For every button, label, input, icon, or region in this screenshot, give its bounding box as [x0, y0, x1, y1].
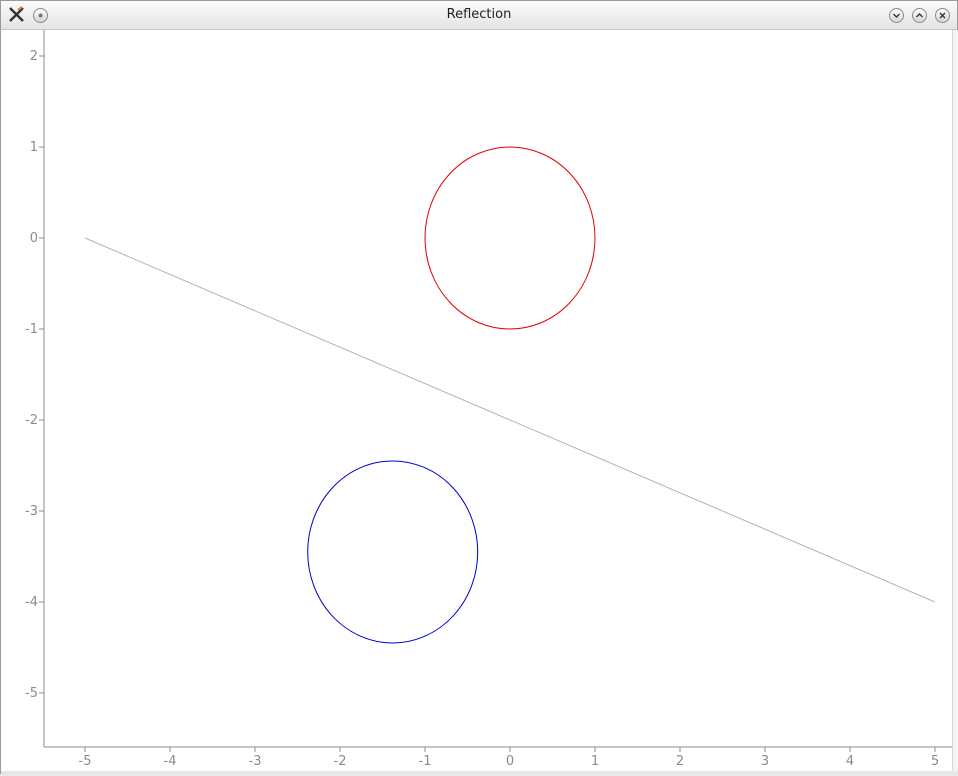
x-tick-label: -3 — [249, 754, 262, 769]
y-tick-label: -4 — [25, 595, 38, 610]
close-icon — [939, 12, 946, 19]
title-bar[interactable]: Reflection — [1, 1, 957, 30]
reflection-line — [84, 237, 936, 603]
x-tick-label: 0 — [506, 754, 514, 769]
y-tick-label: -3 — [25, 504, 38, 519]
x-tick-label: 3 — [761, 754, 769, 769]
y-tick-label: -1 — [25, 322, 38, 337]
chevron-up-icon — [916, 13, 923, 18]
x-tick-label: 5 — [931, 754, 939, 769]
minimize-button[interactable] — [889, 8, 904, 23]
window-bottom-edge — [1, 771, 958, 775]
chevron-down-icon — [893, 13, 900, 18]
window-title: Reflection — [446, 7, 512, 22]
close-button[interactable] — [935, 8, 950, 23]
maximize-button[interactable] — [912, 8, 927, 23]
x-tick-label: -4 — [164, 754, 177, 769]
reflection-plot: -5 -4 -3 -2 -1 0 1 2 3 4 5 2 1 0 -1 -2 -3 -4 -5 — [25, 30, 952, 769]
reflected-circle — [307, 460, 479, 644]
x-tick-label: 1 — [591, 754, 599, 769]
x-tick-label: -5 — [79, 754, 92, 769]
application-window: Reflection -5 -4 -3 -2 -1 0 1 2 3 4 5 2 1 0 -1 -2 -3 -4 -5 — [0, 0, 958, 775]
x-tick-label: -2 — [334, 754, 347, 769]
y-tick-label: -2 — [25, 413, 38, 428]
plot-area: -5 -4 -3 -2 -1 0 1 2 3 4 5 2 1 0 -1 -2 -3 -4 -5 — [2, 30, 952, 772]
window-right-edge — [952, 30, 958, 774]
y-tick-label: -5 — [25, 686, 38, 701]
x-tick-label: -1 — [419, 754, 432, 769]
x-tick-label: 4 — [846, 754, 854, 769]
y-tick-label: 2 — [30, 49, 38, 64]
x-tick-label: 2 — [676, 754, 684, 769]
y-tick-label: 0 — [30, 231, 38, 246]
y-tick-label: 1 — [30, 140, 38, 155]
original-circle — [424, 146, 596, 330]
